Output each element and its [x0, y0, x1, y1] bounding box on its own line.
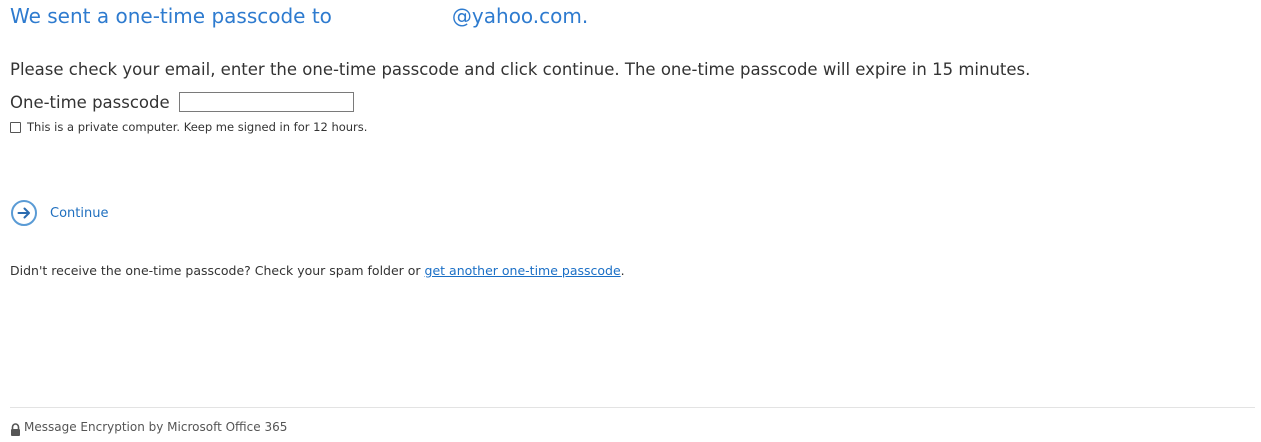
get-another-passcode-link[interactable]: get another one-time passcode: [425, 263, 621, 278]
footer-text: Message Encryption by Microsoft Office 3…: [24, 420, 288, 434]
footer-divider: [10, 407, 1255, 408]
page-heading: We sent a one-time passcode to @yahoo.com…: [10, 4, 588, 32]
lock-icon: [10, 421, 21, 436]
keep-signed-in-row: This is a private computer. Keep me sign…: [10, 119, 367, 135]
continue-label[interactable]: Continue: [50, 206, 108, 221]
resend-message: Didn't receive the one-time passcode? Ch…: [10, 263, 625, 278]
keep-signed-in-label[interactable]: This is a private computer. Keep me sign…: [27, 120, 367, 134]
arrow-right-circle-icon[interactable]: [10, 199, 38, 227]
continue-button[interactable]: Continue: [10, 199, 108, 227]
heading-email-domain: @yahoo.com.: [451, 4, 589, 28]
instructions-text: Please check your email, enter the one-t…: [10, 60, 1031, 79]
footer: Message Encryption by Microsoft Office 3…: [10, 418, 287, 436]
resend-prefix: Didn't receive the one-time passcode? Ch…: [10, 263, 425, 278]
heading-sent-text: We sent a one-time passcode to: [10, 4, 332, 28]
resend-suffix: .: [620, 263, 625, 278]
keep-signed-in-checkbox[interactable]: [10, 121, 21, 133]
passcode-label: One-time passcode: [10, 92, 170, 112]
passcode-input[interactable]: [178, 92, 354, 112]
passcode-row: One-time passcode: [10, 90, 354, 114]
